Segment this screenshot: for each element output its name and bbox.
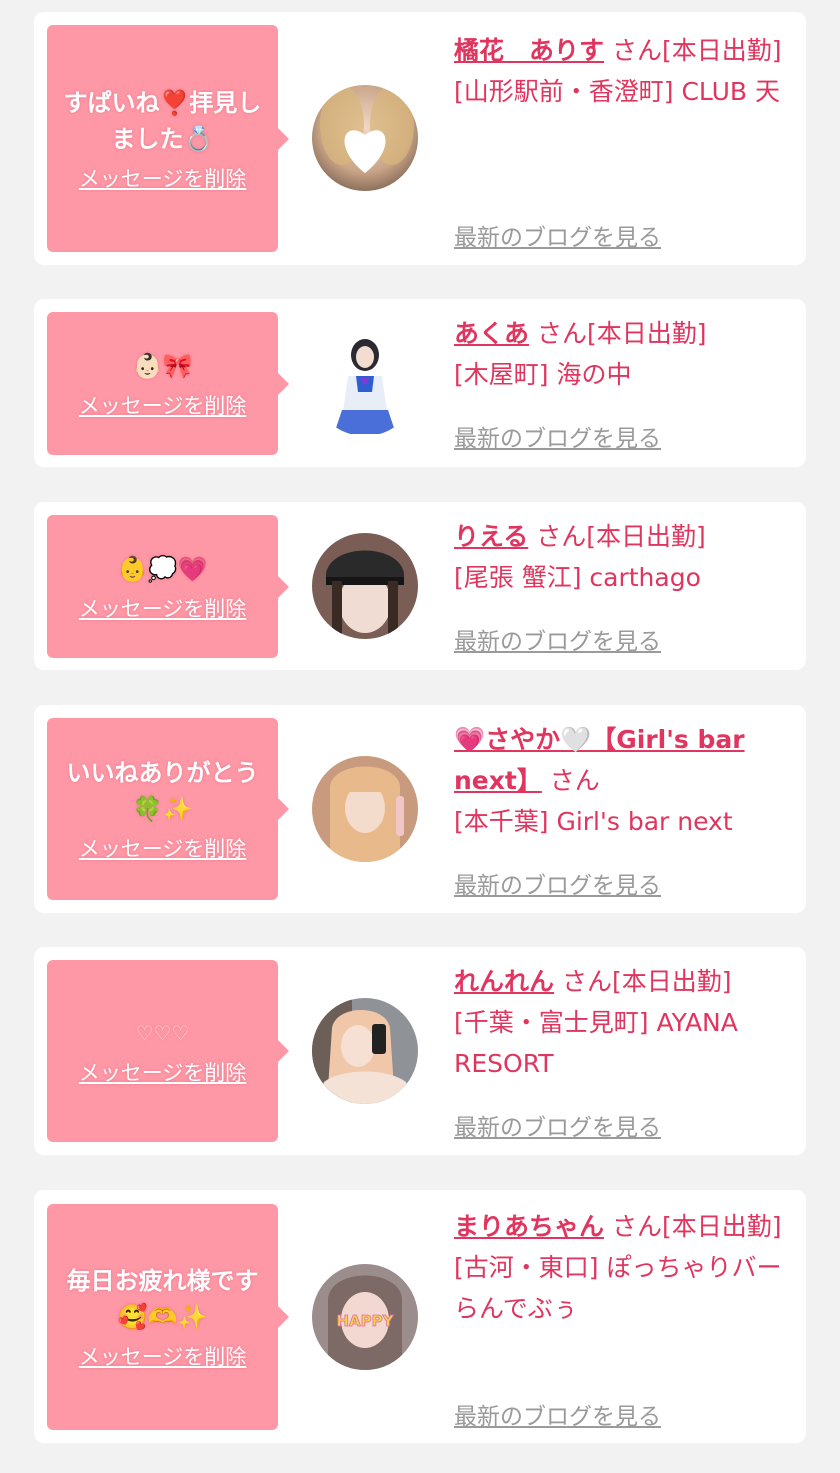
message-text: 毎日お疲れ様です🥰🫶✨ <box>66 1267 259 1331</box>
avatar[interactable] <box>312 998 418 1104</box>
message-bubble: いいねありがとう🍀✨ メッセージを削除 <box>47 718 289 900</box>
latest-blog-link[interactable]: 最新のブログを見る <box>454 622 661 656</box>
message-card: ♡♡♡ メッセージを削除 れんれん さん[本日出勤] [千葉・富士見町] AYA… <box>34 947 806 1155</box>
profile-name-link[interactable]: あくあ <box>454 319 529 348</box>
profile-info: あくあ さん[本日出勤] [木屋町] 海の中 <box>454 313 792 395</box>
message-text: 👶💭💗 <box>117 554 208 583</box>
message-text: すぱいね❣️拝見しました💍 <box>63 88 262 153</box>
profile-info: 橘花 ありす さん[本日出勤] [山形駅前・香澄町] CLUB 天 <box>454 30 792 112</box>
name-suffix: さん[本日出勤] <box>554 967 732 996</box>
message-text: ♡♡♡ <box>135 1021 190 1045</box>
message-card: すぱいね❣️拝見しました💍 メッセージを削除 橘花 ありす さん[本日出勤] [… <box>34 12 806 265</box>
message-bubble: 👶🏻🎀 メッセージを削除 <box>47 312 289 455</box>
avatar[interactable] <box>312 85 418 191</box>
message-text: 👶🏻🎀 <box>132 351 193 380</box>
avatar-happy-text: HAPPY <box>336 1312 394 1330</box>
name-suffix: さん[本日出勤] <box>529 319 707 348</box>
name-suffix: さん[本日出勤] <box>528 522 706 551</box>
avatar[interactable] <box>312 533 418 639</box>
profile-name-link[interactable]: れんれん <box>454 967 554 996</box>
message-card: いいねありがとう🍀✨ メッセージを削除 💗さやか🤍【Girl's bar nex… <box>34 705 806 913</box>
profile-name-link[interactable]: りえる <box>454 522 528 551</box>
name-suffix: さん[本日出勤] <box>604 36 782 65</box>
message-card: 👶🏻🎀 メッセージを削除 あくあ さん[本日出勤] [木屋町] 海の中 最新のブ… <box>34 299 806 467</box>
delete-message-link[interactable]: メッセージを削除 <box>79 1057 247 1087</box>
avatar[interactable] <box>312 330 418 436</box>
avatar[interactable] <box>312 756 418 862</box>
latest-blog-link[interactable]: 最新のブログを見る <box>454 1108 661 1142</box>
message-bubble: 👶💭💗 メッセージを削除 <box>47 515 289 658</box>
avatar[interactable]: HAPPY <box>312 1264 418 1370</box>
latest-blog-link[interactable]: 最新のブログを見る <box>454 419 661 453</box>
delete-message-link[interactable]: メッセージを削除 <box>79 593 247 623</box>
shop-info: [木屋町] 海の中 <box>454 360 632 389</box>
profile-info: りえる さん[本日出勤] [尾張 蟹江] carthago <box>454 516 792 598</box>
profile-info: れんれん さん[本日出勤] [千葉・富士見町] AYANA RESORT <box>454 961 792 1084</box>
shop-info: [山形駅前・香澄町] CLUB 天 <box>454 77 780 106</box>
latest-blog-link[interactable]: 最新のブログを見る <box>454 1397 661 1431</box>
shop-info: [古河・東口] ぽっちゃりバー らんでぶぅ <box>454 1253 782 1323</box>
latest-blog-link[interactable]: 最新のブログを見る <box>454 866 661 900</box>
shop-info: [本千葉] Girl's bar next <box>454 807 733 836</box>
name-suffix: さん <box>541 766 600 795</box>
message-text: いいねありがとう🍀✨ <box>66 759 259 823</box>
message-bubble: すぱいね❣️拝見しました💍 メッセージを削除 <box>47 25 289 252</box>
message-bubble: ♡♡♡ メッセージを削除 <box>47 960 289 1142</box>
profile-info: まりあちゃん さん[本日出勤] [古河・東口] ぽっちゃりバー らんでぶぅ <box>454 1206 792 1329</box>
profile-name-link[interactable]: 橘花 ありす <box>454 36 604 65</box>
latest-blog-link[interactable]: 最新のブログを見る <box>454 218 661 252</box>
message-card: 👶💭💗 メッセージを削除 りえる さん[本日出勤] [尾張 蟹江] cartha… <box>34 502 806 670</box>
profile-name-link[interactable]: まりあちゃん <box>454 1212 604 1241</box>
message-card: 毎日お疲れ様です🥰🫶✨ メッセージを削除 HAPPY まりあちゃん さん[本日出… <box>34 1190 806 1443</box>
name-suffix: さん[本日出勤] <box>604 1212 782 1241</box>
shop-info: [千葉・富士見町] AYANA RESORT <box>454 1008 738 1078</box>
delete-message-link[interactable]: メッセージを削除 <box>79 1341 247 1371</box>
delete-message-link[interactable]: メッセージを削除 <box>79 390 247 420</box>
shop-info: [尾張 蟹江] carthago <box>454 563 701 592</box>
delete-message-link[interactable]: メッセージを削除 <box>79 833 247 863</box>
profile-info: 💗さやか🤍【Girl's bar next】 さん [本千葉] Girl's b… <box>454 719 792 842</box>
delete-message-link[interactable]: メッセージを削除 <box>79 163 247 193</box>
message-bubble: 毎日お疲れ様です🥰🫶✨ メッセージを削除 <box>47 1204 289 1430</box>
